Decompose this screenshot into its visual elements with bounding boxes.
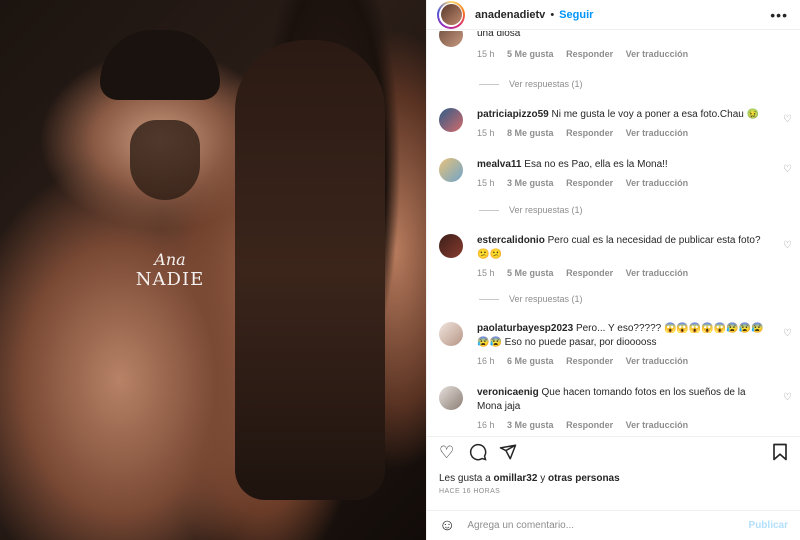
- follow-button[interactable]: Seguir: [559, 9, 593, 21]
- reply-button[interactable]: Responder: [566, 420, 613, 430]
- translate-button[interactable]: Ver traducción: [626, 49, 689, 59]
- likes-prefix: Les gusta a: [439, 473, 491, 484]
- comment-meta: 15 h 3 Me gusta Responder Ver traducción: [477, 176, 768, 190]
- comment-likes[interactable]: 5 Me gusta: [507, 268, 554, 278]
- comment-input[interactable]: [467, 520, 749, 531]
- comment-time: 16 h: [477, 420, 495, 430]
- comment-likes[interactable]: 6 Me gusta: [507, 356, 554, 366]
- commenter-avatar[interactable]: [439, 234, 463, 258]
- likes-others-link[interactable]: otras personas: [548, 473, 620, 484]
- comment-likes[interactable]: 5 Me gusta: [507, 49, 554, 59]
- comment-meta: 16 h 6 Me gusta Responder Ver traducción: [477, 354, 768, 368]
- comment-like-heart-icon[interactable]: ♡: [783, 164, 792, 175]
- commenter-avatar[interactable]: [439, 158, 463, 182]
- view-replies-label: Ver respuestas (1): [509, 205, 583, 215]
- author-avatar[interactable]: [437, 0, 465, 29]
- add-comment-bar: ☺ Publicar: [427, 510, 800, 540]
- likes-user-link[interactable]: omillar32: [494, 473, 538, 484]
- commenter-avatar[interactable]: [439, 108, 463, 132]
- comment-text: una diosa: [477, 31, 521, 39]
- watermark-line1: Ana: [154, 250, 186, 269]
- translate-button[interactable]: Ver traducción: [626, 268, 689, 278]
- commenter-username[interactable]: patriciapizzo59: [477, 109, 549, 120]
- save-bookmark-icon[interactable]: [772, 443, 788, 466]
- post-timestamp[interactable]: HACE 16 HORAS: [439, 488, 500, 495]
- reply-button[interactable]: Responder: [566, 128, 613, 138]
- likes-middle: y: [540, 473, 546, 484]
- publish-button[interactable]: Publicar: [749, 520, 788, 531]
- comment-time: 15 h: [477, 49, 495, 59]
- watermark-line2: NADIE: [135, 269, 205, 290]
- view-replies-button[interactable]: Ver respuestas (1): [479, 79, 583, 89]
- comment-like-heart-icon[interactable]: ♡: [783, 392, 792, 403]
- view-replies-button[interactable]: Ver respuestas (1): [479, 294, 583, 304]
- like-heart-icon[interactable]: ♡: [439, 443, 454, 463]
- commenter-avatar[interactable]: [439, 31, 463, 47]
- author-username[interactable]: anadenadietv: [475, 9, 545, 21]
- likes-summary: Les gusta a omillar32 y otras personas: [439, 473, 620, 484]
- comment-time: 16 h: [477, 356, 495, 366]
- translate-button[interactable]: Ver traducción: [626, 420, 689, 430]
- translate-button[interactable]: Ver traducción: [626, 356, 689, 366]
- reply-button[interactable]: Responder: [566, 178, 613, 188]
- post-image: Ana NADIE: [0, 0, 426, 540]
- comment-bubble-icon[interactable]: [469, 443, 487, 466]
- commenter-username[interactable]: veronicaenig: [477, 387, 539, 398]
- comment-time: 15 h: [477, 268, 495, 278]
- post-header: anadenadietv • Seguir •••: [427, 0, 800, 30]
- share-send-icon[interactable]: [499, 443, 517, 466]
- view-replies-button[interactable]: Ver respuestas (1): [479, 205, 583, 215]
- comment-text: Ni me gusta le voy a poner a esa foto.Ch…: [551, 109, 760, 120]
- comment-time: 15 h: [477, 178, 495, 188]
- comment-meta: 15 h 5 Me gusta Responder Ver traducción: [477, 47, 768, 61]
- view-replies-label: Ver respuestas (1): [509, 79, 583, 89]
- comment-like-heart-icon[interactable]: ♡: [783, 328, 792, 339]
- post-actions-bar: ♡: [427, 436, 800, 472]
- reply-button[interactable]: Responder: [566, 49, 613, 59]
- comments-list[interactable]: una diosa 15 h 5 Me gusta Responder Ver …: [427, 31, 800, 431]
- view-replies-label: Ver respuestas (1): [509, 294, 583, 304]
- separator-dot: •: [550, 8, 555, 21]
- comment-likes[interactable]: 3 Me gusta: [507, 420, 554, 430]
- comment-likes[interactable]: 3 Me gusta: [507, 178, 554, 188]
- comment-time: 15 h: [477, 128, 495, 138]
- commenter-avatar[interactable]: [439, 322, 463, 346]
- more-options-icon[interactable]: •••: [770, 7, 788, 23]
- photo-beard-shape: [130, 120, 200, 200]
- commenter-avatar[interactable]: [439, 386, 463, 410]
- comment-meta: 15 h 8 Me gusta Responder Ver traducción: [477, 126, 768, 140]
- reply-button[interactable]: Responder: [566, 268, 613, 278]
- commenter-username[interactable]: estercalidonio: [477, 235, 545, 246]
- photo-hair-shape: [100, 30, 220, 100]
- commenter-username[interactable]: paolaturbayesp2023: [477, 323, 573, 334]
- commenter-username[interactable]: mealva11: [477, 159, 522, 170]
- comment-likes[interactable]: 8 Me gusta: [507, 128, 554, 138]
- comment-meta: 15 h 5 Me gusta Responder Ver traducción: [477, 266, 768, 280]
- photo-long-hair-shape: [235, 40, 385, 500]
- comment-like-heart-icon[interactable]: ♡: [783, 114, 792, 125]
- comment-meta: 16 h 3 Me gusta Responder Ver traducción: [477, 418, 768, 431]
- comment-text: Esa no es Pao, ella es la Mona!!: [524, 159, 668, 170]
- translate-button[interactable]: Ver traducción: [626, 128, 689, 138]
- reply-button[interactable]: Responder: [566, 356, 613, 366]
- comment-like-heart-icon[interactable]: ♡: [783, 240, 792, 251]
- post-side-panel: anadenadietv • Seguir ••• una diosa 15 h…: [426, 0, 800, 540]
- watermark-logo: Ana NADIE: [130, 250, 210, 310]
- emoji-icon[interactable]: ☺: [439, 517, 455, 535]
- translate-button[interactable]: Ver traducción: [626, 178, 689, 188]
